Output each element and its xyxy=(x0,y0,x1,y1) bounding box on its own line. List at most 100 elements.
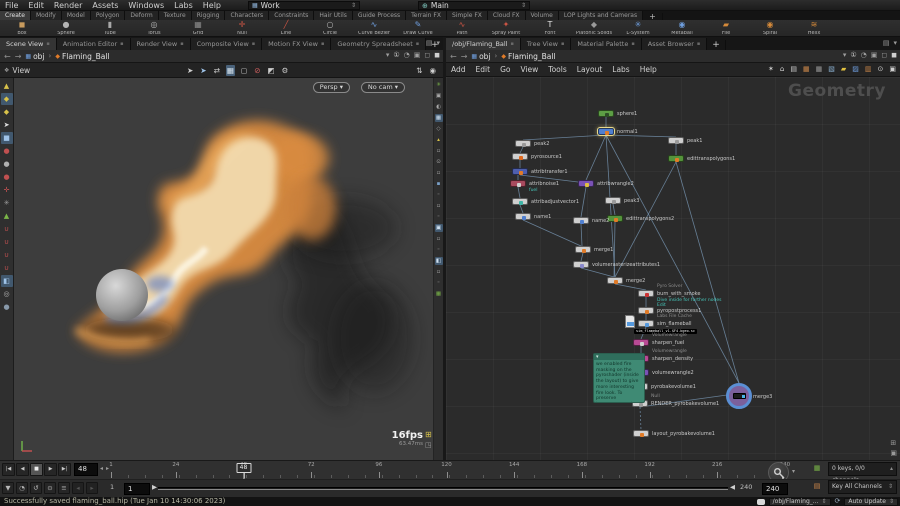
node-merge3[interactable]: merge3 xyxy=(726,383,772,409)
frame-step-back-icon[interactable]: ◂ xyxy=(100,465,103,472)
snapshot-frame-icon[interactable]: ◳ xyxy=(425,441,432,449)
network-menu-edit[interactable]: Edit xyxy=(471,65,496,74)
pan-tool-icon[interactable]: ● xyxy=(1,301,13,313)
sticky-note-icon[interactable]: ▰ xyxy=(841,65,846,73)
channel-scope-icon[interactable]: ▦ xyxy=(811,462,823,474)
path-dropdown-icon[interactable]: ▾ xyxy=(386,51,390,59)
update-mode-dropdown[interactable]: Auto Update ⇕ xyxy=(844,497,898,506)
tab-geometry-spreadsheet[interactable]: Geometry Spreadsheet ▪ xyxy=(331,38,427,50)
tab-tree-view[interactable]: Tree View ▪ xyxy=(520,38,572,50)
forward-arrow-icon[interactable]: → xyxy=(461,52,468,61)
network-list-icon[interactable]: ▤ xyxy=(790,65,797,73)
shelf-tool-metaball[interactable]: ◉ Metaball xyxy=(660,20,704,36)
shelf-tab-terrain-fx[interactable]: Terrain FX xyxy=(406,11,447,20)
playhead[interactable]: 48 xyxy=(236,463,251,481)
network-zoom-icon[interactable]: ⊞ xyxy=(890,439,897,447)
display-option-icon[interactable]: ▣ xyxy=(434,224,443,232)
key-scope-dropdown[interactable]: Key All Channels ⇕ xyxy=(828,480,897,494)
display-option-icon[interactable]: ▦ xyxy=(435,290,443,298)
secure-selection-icon[interactable]: ■ xyxy=(0,132,13,144)
maximize-pane-icon[interactable]: ◼ xyxy=(891,51,897,59)
breadcrumb-obj[interactable]: ▦ obj xyxy=(471,52,490,61)
audio-toggle-icon[interactable]: ◔ xyxy=(16,482,28,494)
tab-menu-dot[interactable]: ▪ xyxy=(120,41,123,47)
shelf-tab-create[interactable]: Create xyxy=(0,11,31,20)
grid-overlay-icon[interactable]: ⊞ xyxy=(425,430,432,439)
tab-menu-dot[interactable]: ▪ xyxy=(46,41,49,47)
box-select-icon[interactable]: ▦ xyxy=(225,65,235,76)
key-options-caret[interactable]: ▾ xyxy=(792,468,795,475)
pin-icon[interactable]: ◔ xyxy=(861,51,867,59)
shelf-tool-null[interactable]: ✛ Null xyxy=(220,20,264,36)
shelf-tab-simple-fx[interactable]: Simple FX xyxy=(446,11,488,20)
range-end-field[interactable]: 240 xyxy=(762,483,788,495)
network-menu-tools[interactable]: Tools xyxy=(543,65,571,74)
display-option-icon[interactable]: ▫ xyxy=(435,202,443,210)
shelf-tool-box[interactable]: ◼ Box xyxy=(0,20,44,36)
menu-labs[interactable]: Labs xyxy=(169,0,198,11)
snapshot-icon[interactable]: ▧ xyxy=(828,65,835,73)
display-option-icon[interactable]: ✳ xyxy=(435,81,443,89)
tab-composite-view[interactable]: Composite View ▪ xyxy=(190,38,263,50)
shelf-tool-spray-paint[interactable]: ✦ Spray Paint xyxy=(484,20,528,36)
range-start-field[interactable]: 1 xyxy=(124,483,150,495)
back-arrow-icon[interactable]: ← xyxy=(450,52,457,61)
context-help-icon[interactable]: ◉ xyxy=(428,65,437,76)
pin-icon[interactable]: ◔ xyxy=(404,51,410,59)
display-option-icon[interactable]: ◐ xyxy=(435,103,443,111)
timeline-ruler[interactable]: 12448729612014416819221624048 xyxy=(108,461,800,481)
tab-motion-fx-view[interactable]: Motion FX View ▪ xyxy=(262,38,332,50)
shelf-tool-sphere[interactable]: ● Sphere xyxy=(44,20,88,36)
shelf-tab-deform[interactable]: Deform xyxy=(125,11,159,20)
scene-selector[interactable]: ⊕ Main ⇕ xyxy=(418,1,530,10)
breadcrumb-flaming-ball[interactable]: ◆ Flaming_Ball xyxy=(501,52,555,61)
tab-menu-dot[interactable]: ▪ xyxy=(511,41,514,47)
scale-tool-icon[interactable]: ● xyxy=(1,171,13,183)
projection-selector[interactable]: Persp ▾ xyxy=(312,82,350,93)
shelf-add-tab-button[interactable]: + xyxy=(643,13,663,21)
select-mode-icon[interactable]: ➤ xyxy=(186,65,194,76)
shelf-tab-rigging[interactable]: Rigging xyxy=(191,11,226,20)
tab-menu-dot[interactable]: ▪ xyxy=(252,41,255,47)
tab-asset-browser[interactable]: Asset Browser ▪ xyxy=(641,38,708,50)
shelf-tool-torus[interactable]: ◎ Torus xyxy=(132,20,176,36)
wire-style-icon[interactable]: ▨ xyxy=(852,65,859,73)
maximize-pane-icon[interactable]: ◼ xyxy=(434,51,440,59)
pane-menu-icon[interactable]: ▤ xyxy=(883,39,890,47)
pane-menu-icon[interactable]: ▤ xyxy=(426,39,433,47)
shelf-tool-l-system[interactable]: ✳ L-System xyxy=(616,20,660,36)
link-badge-icon[interactable]: ① xyxy=(393,51,399,59)
shelf-tab-polygon[interactable]: Polygon xyxy=(90,11,126,20)
shelf-tool-line[interactable]: ╱ Line xyxy=(264,20,308,36)
stop-button[interactable]: ■ xyxy=(30,463,43,476)
network-menu-help[interactable]: Help xyxy=(635,65,662,74)
network-menu-layout[interactable]: Layout xyxy=(572,65,608,74)
loop-mode-icon[interactable]: ↺ xyxy=(30,482,42,494)
display-option-icon[interactable]: ▣ xyxy=(435,92,443,100)
tab-material-palette[interactable]: Material Palette ▪ xyxy=(571,38,642,50)
network-menu-labs[interactable]: Labs xyxy=(607,65,634,74)
prev-key-icon[interactable]: ◂ xyxy=(72,482,84,494)
customize-icon[interactable]: ✶ xyxy=(768,65,774,73)
tab-add-tab-button[interactable]: + xyxy=(707,40,726,50)
range-slider[interactable] xyxy=(158,487,728,490)
display-option-icon[interactable]: ◇ xyxy=(435,125,443,133)
playback-settings-icon[interactable]: ⊙ xyxy=(44,482,56,494)
detail-tool-icon[interactable]: ✳ xyxy=(1,197,13,209)
range-slider-end-handle[interactable]: ◀ xyxy=(730,483,735,491)
display-option-icon[interactable]: ▫ xyxy=(435,235,443,243)
select-geometry-icon[interactable]: ➤ xyxy=(199,65,207,76)
select-arrow-icon[interactable]: ➤ xyxy=(1,119,13,131)
play-reverse-button[interactable]: ◀ xyxy=(16,463,29,476)
network-menu-go[interactable]: Go xyxy=(495,65,515,74)
range-slider-start-handle[interactable]: ▶ xyxy=(152,483,157,491)
split-pane-icon[interactable]: ▣ xyxy=(414,51,421,59)
chevron-down-icon[interactable]: ▾ xyxy=(893,39,897,47)
refresh-icon[interactable]: ⟳ xyxy=(835,497,841,506)
menu-windows[interactable]: Windows xyxy=(123,0,169,11)
color-palette-icon[interactable]: ▦ xyxy=(803,65,810,73)
magnet-point-icon[interactable]: ∪ xyxy=(1,236,13,248)
shelf-tab-cloud-fx[interactable]: Cloud FX xyxy=(487,11,526,20)
shelf-tool-spiral[interactable]: ◉ Spiral xyxy=(748,20,792,36)
display-option-icon[interactable]: ▫ xyxy=(435,147,443,155)
